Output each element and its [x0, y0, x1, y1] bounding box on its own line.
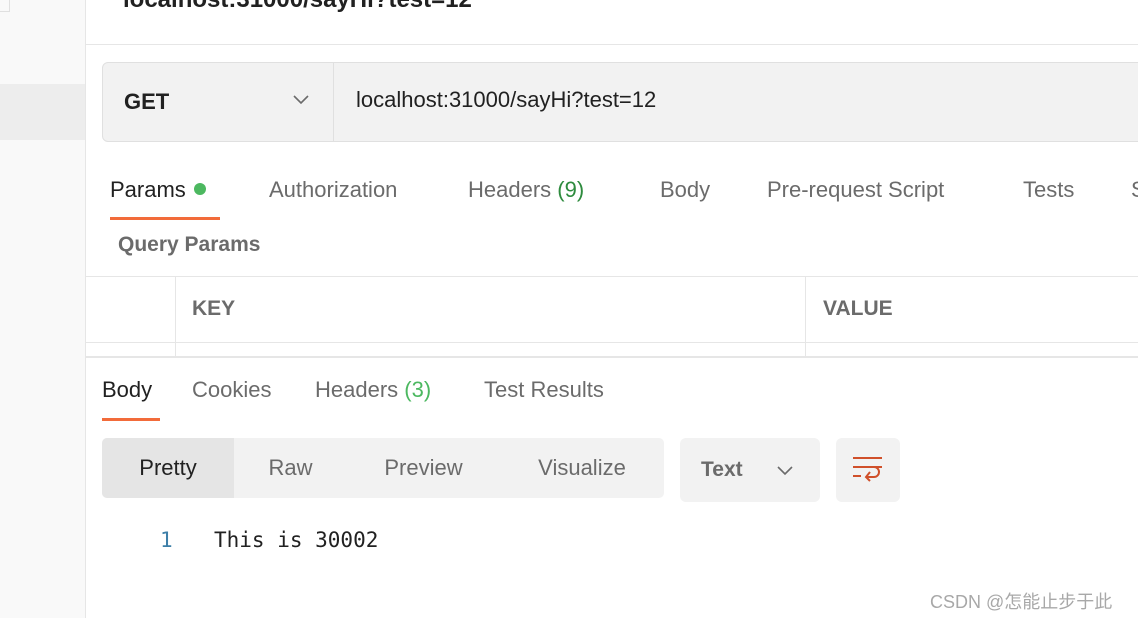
- sidebar-item-selected[interactable]: [0, 84, 85, 140]
- sidebar: [0, 0, 86, 618]
- sidebar-top-item[interactable]: [0, 0, 10, 12]
- line-number: 1: [160, 528, 173, 552]
- status-dot-icon: [193, 183, 206, 195]
- active-tab-indicator: [102, 418, 160, 421]
- response-body-line: This is 30002: [214, 528, 379, 552]
- chevron-down-icon: [777, 466, 793, 476]
- watermark: CSDN @怎能止步于此: [930, 592, 1113, 612]
- tab-params[interactable]: Params: [110, 177, 206, 203]
- method-label: GET: [124, 89, 170, 114]
- url-bar: GET localhost:31000/sayHi?test=12: [102, 62, 1138, 142]
- tab-pre-request-script[interactable]: Pre-request Script: [767, 177, 944, 203]
- tab-label: Params: [110, 177, 186, 202]
- column-header-value: VALUE: [823, 297, 893, 320]
- view-mode-selector: Pretty Raw Preview Visualize: [102, 438, 664, 498]
- pane-resize-handle[interactable]: [86, 356, 1138, 358]
- response-tab-body[interactable]: Body: [102, 377, 152, 403]
- tab-authorization[interactable]: Authorization: [269, 177, 397, 203]
- view-preview[interactable]: Preview: [347, 438, 500, 498]
- table-border: [86, 276, 1138, 277]
- request-title: localhost:31000/sayHi?test=12: [123, 0, 472, 14]
- column-header-key: KEY: [192, 297, 236, 320]
- tab-label: Headers: [315, 377, 399, 402]
- headers-count: (3): [404, 377, 432, 402]
- active-tab-indicator: [110, 217, 220, 220]
- method-select[interactable]: GET: [103, 63, 334, 141]
- tab-body[interactable]: Body: [660, 177, 710, 203]
- headers-count: (9): [557, 177, 585, 202]
- tab-settings[interactable]: S: [1131, 177, 1138, 203]
- format-label: Text: [701, 458, 743, 481]
- format-select[interactable]: Text: [680, 438, 820, 502]
- divider: [86, 44, 1138, 45]
- tab-label: Headers: [468, 177, 552, 202]
- response-tab-cookies[interactable]: Cookies: [192, 377, 271, 403]
- view-raw[interactable]: Raw: [234, 438, 347, 498]
- tab-headers[interactable]: Headers (9): [468, 177, 584, 203]
- wrap-lines-button[interactable]: [836, 438, 900, 502]
- response-tab-test-results[interactable]: Test Results: [484, 377, 604, 403]
- wrap-lines-icon: [853, 457, 883, 482]
- view-visualize[interactable]: Visualize: [500, 438, 664, 498]
- tab-tests[interactable]: Tests: [1023, 177, 1074, 203]
- chevron-down-icon: [293, 95, 309, 105]
- table-border: [86, 342, 1138, 343]
- column-divider: [805, 277, 806, 357]
- column-divider: [175, 277, 176, 357]
- url-input[interactable]: localhost:31000/sayHi?test=12: [356, 87, 656, 113]
- response-tab-headers[interactable]: Headers (3): [315, 377, 431, 403]
- view-pretty[interactable]: Pretty: [102, 438, 234, 498]
- query-params-heading: Query Params: [118, 233, 261, 256]
